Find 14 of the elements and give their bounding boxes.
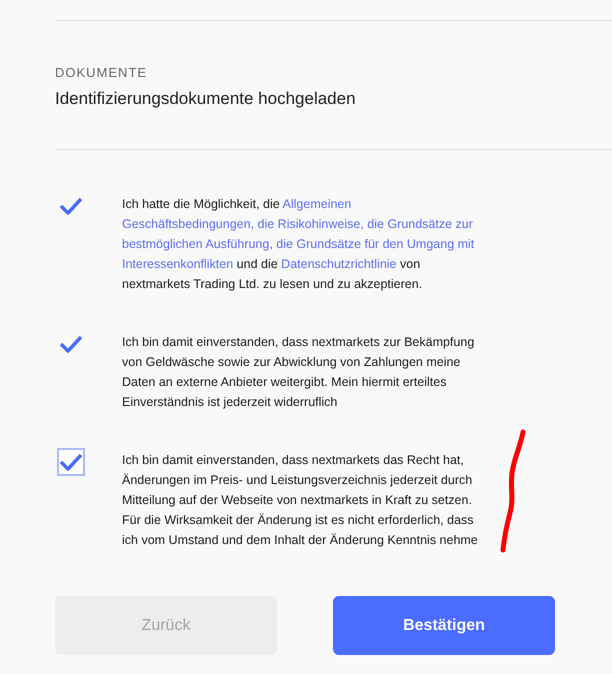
checkmark-icon: [59, 452, 83, 472]
document-link[interactable]: Allgemeinen: [282, 197, 352, 211]
consent-text: Ich bin damit einverstanden, dass nextmarkets das Recht hat, Änderungen im Preis- und Leistungsverzeichnis jederzeit durch Mitteilung auf der Webseite von nextmarkets in Kraft zu setzen. Für die Wirksamkeit der Änderung ist es nicht erforderlich, dass ich vom Umstand und dem Inhalt der Änderung Kenntnis nehme: [122, 452, 479, 549]
document-link[interactable]: bestmöglichen Ausführung, die Grundsätze für den Umgang mit: [122, 237, 474, 251]
section-label: DOKUMENTE: [55, 65, 148, 80]
checkmark-icon: [59, 196, 83, 216]
document-link[interactable]: Geschäftsbedingungen, die Risikohinweise, die Grundsätze zur: [122, 217, 473, 231]
confirm-button[interactable]: Bestätigen: [333, 596, 555, 655]
document-link[interactable]: Datenschutzrichtlinie: [281, 257, 397, 271]
consent-text: Ich bin damit einverstanden, dass nextmarkets zur Bekämpfung von Geldwäsche sowie zur Abwicklung von Zahlungen meine Daten an externe Anbieter weitergibt. Mein hiermit erteiltes Einverständnis ist jederzeit widerruflich: [122, 334, 476, 411]
section-title: Identifizierungsdokumente hochgeladen: [55, 89, 357, 109]
consent-text: Ich hatte die Möglichkeit, die Allgemeinen Geschäftsbedingungen, die Risikohinweise, die Grundsätze zur bestmöglichen Ausführung, die Grundsätze für den Umgang mit Interessenkonflikten und die Datenschutzrichtlinie von nextmarkets Trading Ltd. zu lesen und zu akzeptieren.: [122, 196, 476, 293]
document-link[interactable]: Interessenkonflikten: [122, 257, 234, 271]
checkmark-icon: [59, 334, 83, 354]
